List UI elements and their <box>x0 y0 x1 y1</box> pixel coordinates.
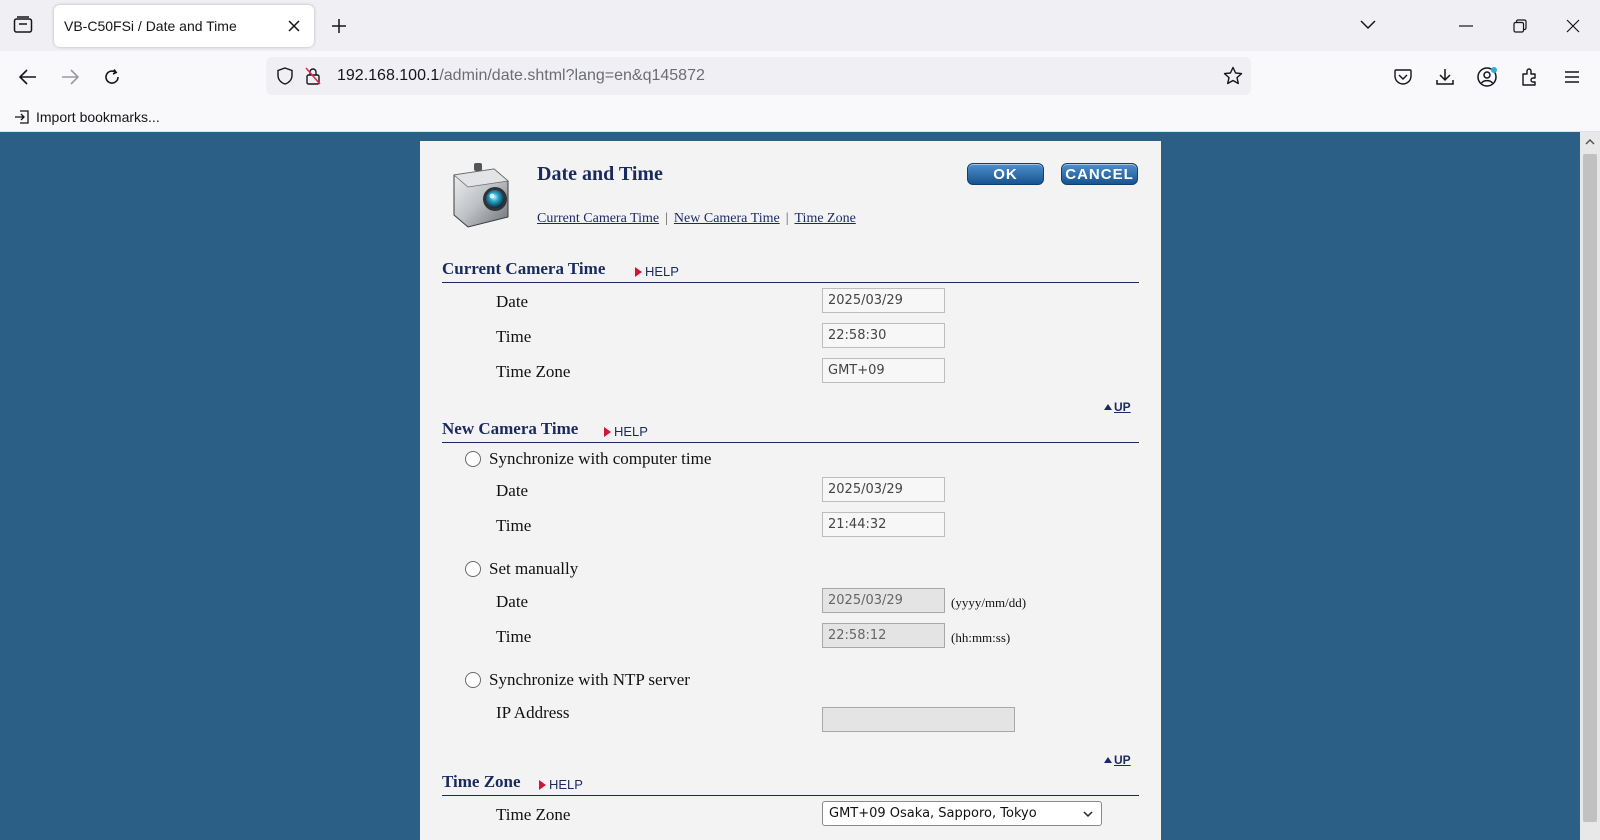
current-date-label: Date <box>496 292 529 311</box>
link-new-camera-time[interactable]: New Camera Time <box>674 211 780 226</box>
current-time-field: 22:58:30 <box>822 323 945 348</box>
back-icon[interactable] <box>13 62 43 92</box>
current-timezone-label: Time Zone <box>496 362 571 381</box>
reload-icon[interactable] <box>97 62 127 92</box>
account-icon[interactable] <box>1473 63 1501 91</box>
import-bookmarks-label: Import bookmarks... <box>36 109 160 125</box>
download-icon[interactable] <box>1431 63 1459 91</box>
forward-icon[interactable] <box>55 62 85 92</box>
chevron-down-icon[interactable] <box>1356 15 1380 35</box>
manual-time-input[interactable]: 22:58:12 <box>822 623 945 648</box>
manual-date-label: Date <box>496 592 529 611</box>
page-title: Date and Time <box>537 163 663 185</box>
import-bookmarks-button[interactable]: Import bookmarks... <box>14 106 160 128</box>
import-icon <box>15 110 29 124</box>
up-link-2[interactable]: UP <box>1104 753 1131 767</box>
computer-time-label: Time <box>496 516 532 535</box>
up-link-1[interactable]: UP <box>1104 400 1131 414</box>
extensions-icon[interactable] <box>1516 63 1544 91</box>
shield-icon[interactable] <box>274 65 296 87</box>
help-label: HELP <box>614 424 648 439</box>
new-tab-icon[interactable] <box>326 13 352 39</box>
section-title-current-time: Current Camera Time <box>442 259 606 278</box>
help-link-current-time[interactable]: HELP <box>635 264 679 279</box>
help-arrow-icon <box>635 266 642 277</box>
time-zone-header: Time Zone HELP <box>442 772 1139 796</box>
restore-icon[interactable] <box>1506 12 1534 40</box>
address-bar[interactable]: 192.168.100.1/admin/date.shtml?lang=en&q… <box>266 57 1251 95</box>
computer-time-field: 21:44:32 <box>822 512 945 537</box>
tab-list-icon[interactable] <box>8 10 38 40</box>
help-arrow-icon <box>539 779 546 790</box>
computer-date-label: Date <box>496 481 529 500</box>
tab-title: VB-C50FSi / Date and Time <box>64 18 237 34</box>
up-label: UP <box>1114 400 1131 414</box>
camera-icon <box>446 161 516 231</box>
current-time-label: Time <box>496 327 532 346</box>
manual-time-hint: (hh:mm:ss) <box>951 630 1011 645</box>
time-zone-select[interactable]: GMT+09 Osaka, Sapporo, Tokyo <box>822 801 1102 826</box>
link-time-zone[interactable]: Time Zone <box>795 211 856 226</box>
radio-sync-ntp[interactable]: Synchronize with NTP server <box>465 670 690 690</box>
help-link-time-zone[interactable]: HELP <box>539 777 583 792</box>
section-links: Current Camera Time | New Camera Time | Time… <box>537 211 856 227</box>
new-camera-time-header: New Camera Time HELP <box>442 419 1139 443</box>
settings-panel: Date and Time OK CANCEL Current Camera T… <box>420 141 1161 840</box>
manual-date-hint: (yyyy/mm/dd) <box>951 595 1027 610</box>
close-tab-icon[interactable] <box>284 16 304 36</box>
link-current-camera-time[interactable]: Current Camera Time <box>537 211 659 226</box>
up-arrow-icon <box>1104 757 1112 763</box>
tab-bar: VB-C50FSi / Date and Time <box>0 0 1600 51</box>
browser-tab[interactable]: VB-C50FSi / Date and Time <box>54 5 314 47</box>
bookmark-star-icon[interactable] <box>1221 64 1245 88</box>
manual-date-input[interactable]: 2025/03/29 <box>822 588 945 613</box>
radio-sync-computer[interactable]: Synchronize with computer time <box>465 449 711 469</box>
insecure-lock-icon[interactable] <box>302 65 324 87</box>
ok-button[interactable]: OK <box>967 163 1044 185</box>
time-zone-label: Time Zone <box>496 805 571 824</box>
close-window-icon[interactable] <box>1559 12 1587 40</box>
radio-sync-computer-label: Synchronize with computer time <box>489 449 712 468</box>
radio-button[interactable] <box>465 672 481 688</box>
pocket-icon[interactable] <box>1389 63 1417 91</box>
radio-sync-ntp-label: Synchronize with NTP server <box>489 670 690 689</box>
link-separator: | <box>785 211 789 226</box>
scrollbar-thumb[interactable] <box>1583 154 1597 822</box>
chevron-down-icon <box>1083 811 1093 818</box>
help-label: HELP <box>645 264 679 279</box>
help-arrow-icon <box>604 426 611 437</box>
url-text[interactable]: 192.168.100.1/admin/date.shtml?lang=en&q… <box>337 67 705 85</box>
current-date-field: 2025/03/29 <box>822 288 945 313</box>
up-label: UP <box>1114 753 1131 767</box>
current-camera-time-header: Current Camera Time HELP <box>442 259 1139 283</box>
cancel-button[interactable]: CANCEL <box>1061 163 1138 185</box>
nav-bar: 192.168.100.1/admin/date.shtml?lang=en&q… <box>0 51 1600 101</box>
help-link-new-time[interactable]: HELP <box>604 424 648 439</box>
ip-address-label: IP Address <box>496 703 570 722</box>
menu-icon[interactable] <box>1558 63 1586 91</box>
radio-button[interactable] <box>465 451 481 467</box>
current-timezone-field: GMT+09 <box>822 358 945 383</box>
radio-set-manually-label: Set manually <box>489 559 579 578</box>
radio-button[interactable] <box>465 561 481 577</box>
minimize-icon[interactable] <box>1452 12 1480 40</box>
url-path: /admin/date.shtml?lang=en&q145872 <box>439 67 705 84</box>
computer-date-field: 2025/03/29 <box>822 477 945 502</box>
url-host: 192.168.100.1 <box>337 67 440 84</box>
manual-time-label: Time <box>496 627 532 646</box>
bookmarks-toolbar: Import bookmarks... <box>0 101 1600 132</box>
time-zone-selected: GMT+09 Osaka, Sapporo, Tokyo <box>829 806 1037 821</box>
radio-set-manually[interactable]: Set manually <box>465 559 578 579</box>
section-title-time-zone: Time Zone <box>442 772 521 791</box>
vertical-scrollbar[interactable] <box>1580 132 1600 840</box>
link-separator: | <box>665 211 668 226</box>
ip-address-input[interactable] <box>822 707 1015 732</box>
scroll-up-arrow-icon[interactable] <box>1580 132 1600 152</box>
section-title-new-time: New Camera Time <box>442 419 579 438</box>
up-arrow-icon <box>1104 404 1112 410</box>
help-label: HELP <box>549 777 583 792</box>
